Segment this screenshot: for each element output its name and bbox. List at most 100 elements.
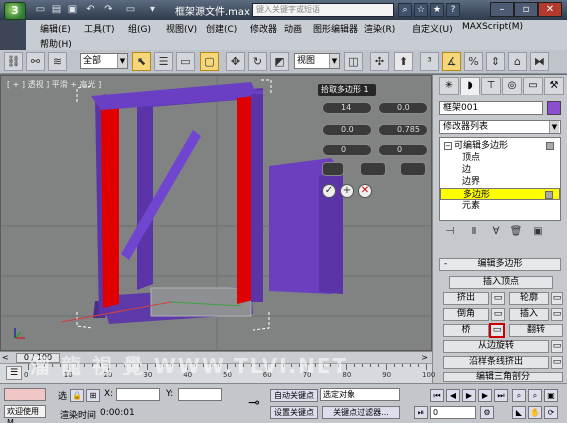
- time-config-icon[interactable]: ⚙: [480, 406, 494, 419]
- select-and-link-icon[interactable]: ⛓: [4, 52, 23, 71]
- caddy-option-1[interactable]: [360, 162, 386, 176]
- caddy-field-3[interactable]: 0.0: [322, 124, 372, 136]
- caddy-ok-icon[interactable]: ✓: [322, 184, 336, 198]
- insert-vertex-button[interactable]: 插入顶点: [449, 276, 553, 289]
- bind-space-warp-icon[interactable]: ≋: [48, 52, 67, 71]
- reference-coordinate-select[interactable]: 视图 ▼: [294, 53, 340, 69]
- object-color-swatch[interactable]: [547, 101, 561, 115]
- menu-customize[interactable]: 自定义(U): [412, 22, 453, 35]
- extrude-button[interactable]: 挤出: [443, 292, 489, 305]
- zoom-icon[interactable]: ⌕: [512, 389, 526, 402]
- angle-snap-icon[interactable]: ∡: [442, 52, 461, 71]
- pivot-center-icon[interactable]: ◫: [344, 52, 363, 71]
- named-selection-icon[interactable]: ⌂: [508, 52, 527, 71]
- subscription-icon[interactable]: ☆: [414, 3, 428, 17]
- caddy-apply-icon[interactable]: +: [340, 184, 354, 198]
- modifier-list-select[interactable]: 修改器列表 ▼: [439, 120, 561, 134]
- time-slider-next-icon[interactable]: >: [421, 353, 428, 362]
- stack-item-element[interactable]: 元素: [440, 200, 560, 212]
- zoom-all-icon[interactable]: ⌕: [528, 389, 542, 402]
- undo-icon[interactable]: ↶: [84, 3, 97, 16]
- extrude-along-spline-button[interactable]: 沿样条线挤出: [443, 356, 549, 369]
- x-coordinate-field[interactable]: [116, 388, 160, 401]
- caddy-mode-dropdown[interactable]: [322, 162, 344, 176]
- inset-settings-icon[interactable]: ▭: [551, 308, 563, 321]
- inset-button[interactable]: 插入: [509, 308, 549, 321]
- stack-item-border[interactable]: 边界: [440, 176, 560, 188]
- display-tab-icon[interactable]: ▭: [523, 77, 543, 95]
- window-crossing-icon[interactable]: ▢: [200, 52, 219, 71]
- save-file-icon[interactable]: ▣: [66, 3, 79, 16]
- caddy-field-5[interactable]: 0: [322, 144, 372, 156]
- caddy-field-4[interactable]: 0.785: [378, 124, 428, 136]
- mini-curve-editor-icon[interactable]: ☰: [6, 366, 22, 380]
- flip-button[interactable]: 翻转: [509, 324, 563, 337]
- go-to-end-icon[interactable]: ⏭: [494, 389, 508, 402]
- menu-modifiers[interactable]: 修改器: [250, 22, 277, 35]
- collapse-icon[interactable]: −: [444, 142, 452, 150]
- auto-key-button[interactable]: 自动关键点: [270, 389, 318, 402]
- select-and-move-icon[interactable]: ✥: [226, 52, 245, 71]
- remove-modifier-icon[interactable]: 🗑: [509, 225, 523, 239]
- maximize-button[interactable]: ▫: [514, 2, 538, 17]
- go-to-start-icon[interactable]: ⏮: [430, 389, 444, 402]
- play-icon[interactable]: ▶: [462, 389, 476, 402]
- caddy-cancel-icon[interactable]: ✕: [358, 184, 372, 198]
- menu-graph-editors[interactable]: 图形编辑器: [313, 22, 358, 35]
- app-menu-icon[interactable]: 3: [4, 2, 26, 20]
- caddy-option-2[interactable]: [400, 162, 426, 176]
- set-key-icon[interactable]: ⊸: [244, 390, 264, 416]
- modify-tab-icon[interactable]: ◗: [460, 77, 480, 95]
- favorites-icon[interactable]: ★: [430, 3, 444, 17]
- bridge-button[interactable]: 桥: [443, 324, 489, 337]
- mirror-icon[interactable]: ⧓: [530, 52, 549, 71]
- caddy-field-6[interactable]: 0: [378, 144, 428, 156]
- select-and-rotate-icon[interactable]: ↻: [248, 52, 267, 71]
- outline-settings-icon[interactable]: ▭: [551, 292, 563, 305]
- select-object-icon[interactable]: ⬉: [132, 52, 151, 71]
- stack-item-polygon[interactable]: 多边形: [440, 188, 560, 200]
- orbit-icon[interactable]: ⟳: [544, 406, 558, 419]
- hinge-from-edge-button[interactable]: 从边旋转: [443, 340, 549, 353]
- search-input[interactable]: 键入关键字或短语: [252, 3, 394, 17]
- extrude-spline-settings-icon[interactable]: ▭: [551, 356, 563, 369]
- keyboard-shortcut-override-icon[interactable]: ⬆: [394, 52, 413, 71]
- close-button[interactable]: ✕: [538, 2, 562, 17]
- search-icon[interactable]: ⌕: [398, 3, 412, 17]
- quick-access-dropdown-icon[interactable]: ▾: [146, 3, 159, 16]
- percent-snap-icon[interactable]: %: [464, 52, 483, 71]
- open-file-icon[interactable]: ▤: [50, 3, 63, 16]
- stack-toggle-icon[interactable]: [545, 191, 553, 199]
- spinner-snap-icon[interactable]: ⇕: [486, 52, 505, 71]
- menu-help[interactable]: 帮助(H): [40, 37, 72, 50]
- absolute-mode-icon[interactable]: ⊞: [86, 389, 100, 402]
- new-file-icon[interactable]: ▭: [34, 3, 47, 16]
- rectangular-selection-icon[interactable]: ▭: [176, 52, 195, 71]
- menu-maxscript[interactable]: MAXScript(M): [462, 22, 523, 32]
- caddy-field-2[interactable]: 0.0: [378, 102, 428, 114]
- object-name-field[interactable]: 框架001: [439, 101, 543, 115]
- next-frame-icon[interactable]: ▶: [478, 389, 492, 402]
- menu-create[interactable]: 创建(C): [206, 22, 237, 35]
- caddy-field-1[interactable]: 14: [322, 102, 372, 114]
- selected-object-select[interactable]: 选定对象: [320, 388, 400, 401]
- bevel-settings-icon[interactable]: ▭: [491, 308, 505, 321]
- make-unique-icon[interactable]: ∀: [489, 225, 503, 239]
- select-by-name-icon[interactable]: ☰: [154, 52, 173, 71]
- menu-views[interactable]: 视图(V): [166, 22, 197, 35]
- bridge-settings-icon[interactable]: ▭: [489, 323, 505, 338]
- menu-tools[interactable]: 工具(T): [84, 22, 115, 35]
- motion-tab-icon[interactable]: ◎: [502, 77, 522, 95]
- utilities-tab-icon[interactable]: ⚒: [544, 77, 564, 95]
- snaps-toggle-icon[interactable]: ³: [420, 52, 439, 71]
- project-folder-icon[interactable]: ▭: [124, 3, 137, 16]
- minimize-button[interactable]: –: [490, 2, 514, 17]
- unlink-icon[interactable]: ⚯: [26, 52, 45, 71]
- menu-group[interactable]: 组(G): [128, 22, 151, 35]
- outline-button[interactable]: 轮廓: [509, 292, 549, 305]
- selection-lock-icon[interactable]: 🔒: [70, 389, 84, 402]
- hierarchy-tab-icon[interactable]: ⊤: [481, 77, 501, 95]
- select-and-scale-icon[interactable]: ◩: [270, 52, 289, 71]
- stack-item-edge[interactable]: 边: [440, 164, 560, 176]
- edit-triangulation-button[interactable]: 编辑三角剖分: [443, 372, 563, 382]
